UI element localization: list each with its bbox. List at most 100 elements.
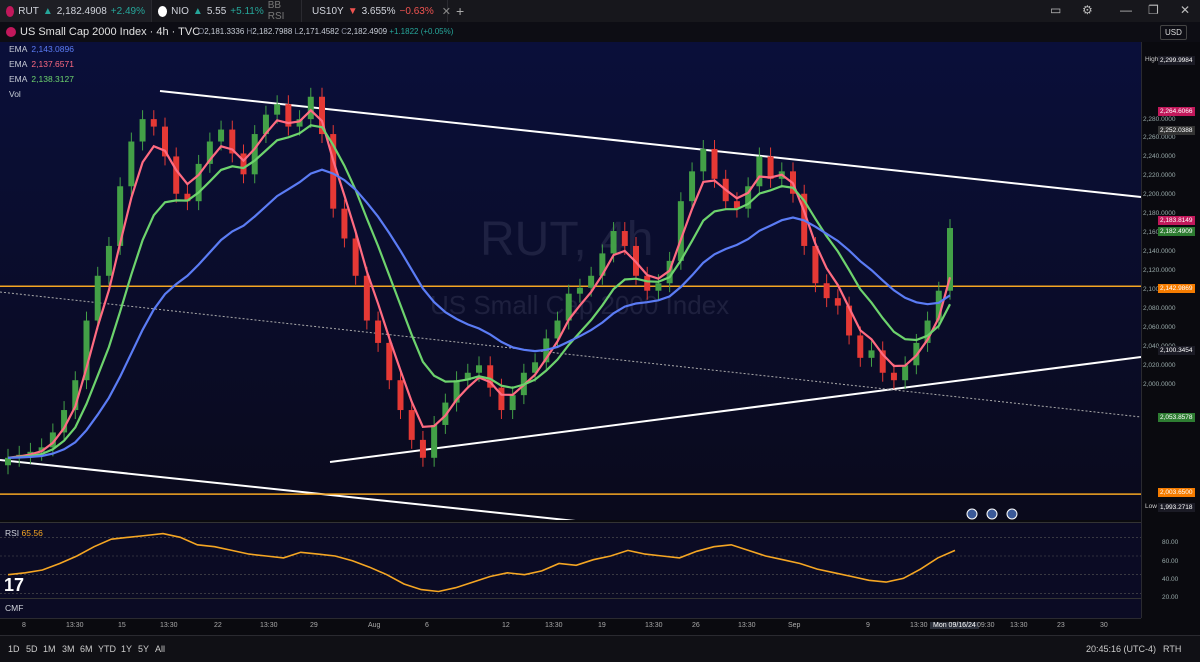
time-tick: 13:30 xyxy=(260,622,278,629)
tab-us10y[interactable]: US10Y ▼ 3.655% −0.63% ✕ xyxy=(302,0,451,22)
ema-slow-label[interactable]: EMA 2,143.0896 xyxy=(5,44,74,54)
bottom-toolbar: 1D 5D 1M 3M 6M YTD 1Y 5Y All 20:45:16 (UTC-4) RT… xyxy=(0,635,1200,662)
time-tick: 13:30 xyxy=(160,622,178,629)
time-tick: 13:30 xyxy=(738,622,756,629)
high-value: 2,182.7988 xyxy=(252,27,293,36)
candle-body xyxy=(128,141,135,187)
price-tag: 2,264.6066 xyxy=(1158,107,1195,116)
range-button-3m[interactable]: 3M xyxy=(62,644,75,654)
candle-body xyxy=(218,129,225,142)
rsi-tick: 80.00 xyxy=(1162,539,1179,546)
time-tick: 09:30 xyxy=(977,622,995,629)
time-tick: 26 xyxy=(692,622,700,629)
ema-fast-line xyxy=(7,108,952,459)
tab-bar: RUT ▲ 2,182.4908 +2.49% NIO ▲ 5.55 +5.11… xyxy=(0,0,1200,23)
candle-body xyxy=(644,275,651,291)
price-tag: 2,100.3454 xyxy=(1158,346,1195,355)
event-flag-icon xyxy=(1006,508,1018,520)
tab-price: 3.655% xyxy=(361,5,396,17)
range-button-6m[interactable]: 6M xyxy=(80,644,93,654)
price-tick: 2,140.0000 xyxy=(1143,248,1176,255)
candles-svg xyxy=(0,87,1141,520)
candle-body xyxy=(902,365,909,381)
up-arrow-icon: ▲ xyxy=(42,5,53,17)
clock[interactable]: 20:45:16 (UTC-4) xyxy=(1086,644,1156,654)
tab-change: +5.11% xyxy=(230,5,264,17)
time-tick: 13:30 xyxy=(545,622,563,629)
range-button-1d[interactable]: 1D xyxy=(8,644,20,654)
price-tag-label: Low xyxy=(1145,503,1157,510)
candle-body xyxy=(195,163,202,202)
settings-icon[interactable]: ⚙ xyxy=(1082,3,1093,17)
candle-body xyxy=(621,231,628,246)
tab-rut[interactable]: RUT ▲ 2,182.4908 +2.49% xyxy=(0,0,152,22)
price-tick: 2,020.0000 xyxy=(1143,362,1176,369)
ind-name: Vol xyxy=(9,89,21,99)
tab-change: +2.49% xyxy=(110,5,145,17)
range-button-5y[interactable]: 5Y xyxy=(138,644,149,654)
candle-body xyxy=(476,365,482,373)
candle-body xyxy=(576,287,583,294)
window-close-icon[interactable]: ✕ xyxy=(1180,3,1190,17)
minimize-icon[interactable]: — xyxy=(1120,3,1132,17)
layout-icon[interactable]: ▭ xyxy=(1050,3,1061,17)
candle-body xyxy=(890,372,897,381)
ohlc-readout: O2,181.3336 H2,182.7988 L2,171.4582 C2,1… xyxy=(198,27,454,36)
price-tag: 2,182.4909 xyxy=(1158,227,1195,236)
time-tick: 13:30 xyxy=(645,622,663,629)
candle-body xyxy=(397,380,404,411)
time-tick: 19 xyxy=(598,622,606,629)
range-button-1m[interactable]: 1M xyxy=(43,644,56,654)
price-chart[interactable]: RUT, 4h US Small Cap 2000 Index xyxy=(0,42,1141,520)
candle-body xyxy=(105,245,112,276)
ind-value: 2,143.0896 xyxy=(31,44,74,54)
tab-symbol: NIO xyxy=(171,5,189,17)
range-button-5d[interactable]: 5D xyxy=(26,644,38,654)
ind-name: EMA xyxy=(9,74,28,84)
tab-nio[interactable]: NIO ▲ 5.55 +5.11% BB RSI xyxy=(152,0,302,22)
ind-name: EMA xyxy=(9,44,28,54)
tab-symbol: US10Y xyxy=(312,5,344,17)
candle-body xyxy=(375,320,382,343)
time-tick: Aug xyxy=(368,622,381,629)
tab-extra: BB RSI xyxy=(267,0,285,22)
range-button-1y[interactable]: 1Y xyxy=(121,644,132,654)
time-tick: 13:30 xyxy=(1010,622,1028,629)
price-tick: 2,220.0000 xyxy=(1143,172,1176,179)
ema-mid-label[interactable]: EMA 2,138.3127 xyxy=(5,74,74,84)
time-tick: 13:30 xyxy=(66,622,84,629)
close-value: 2,182.4909 xyxy=(347,27,388,36)
nio-logo-icon xyxy=(158,5,168,17)
time-tick: 29 xyxy=(310,622,318,629)
range-button-ytd[interactable]: YTD xyxy=(98,644,116,654)
ema-mid-line xyxy=(7,124,951,459)
volume-label[interactable]: Vol xyxy=(5,89,21,99)
price-tag: 2,299.9984 xyxy=(1158,56,1195,65)
rsi-tick: 60.00 xyxy=(1162,558,1179,565)
price-tick: 2,200.0000 xyxy=(1143,191,1176,198)
bottom-trendline xyxy=(0,459,576,520)
price-tag-label: High xyxy=(1145,56,1159,63)
time-tick: Sep xyxy=(788,622,801,629)
ema-fast-label[interactable]: EMA 2,137.6571 xyxy=(5,59,74,69)
cmf-label: CMF xyxy=(5,603,24,613)
time-axis[interactable]: 8 13:30 15 13:30 22 13:30 29 Aug 6 12 13:30 19 13:30… xyxy=(0,618,1141,633)
candle-body xyxy=(655,283,662,291)
price-tick: 2,060.0000 xyxy=(1143,324,1176,331)
range-button-all[interactable]: All xyxy=(155,644,165,654)
candle-body xyxy=(431,424,438,458)
candle-body xyxy=(588,275,595,288)
candle-body xyxy=(756,156,763,187)
candle-body xyxy=(251,134,258,175)
maximize-icon[interactable]: ❐ xyxy=(1148,3,1159,17)
cmf-pane[interactable]: CMF xyxy=(0,598,1141,619)
price-tag: 2,003.6500 xyxy=(1158,488,1195,497)
session-toggle[interactable]: RTH xyxy=(1163,644,1181,654)
candle-body xyxy=(408,410,415,440)
rsi-pane[interactable]: RSI 65.56 17 xyxy=(0,522,1141,598)
symbol-title[interactable]: US Small Cap 2000 Index · 4h · TVC xyxy=(6,26,200,38)
new-tab-button[interactable]: + xyxy=(450,0,470,22)
low-value: 2,171.4582 xyxy=(299,27,340,36)
candle-body xyxy=(352,238,359,276)
currency-selector[interactable]: USD xyxy=(1160,25,1187,40)
